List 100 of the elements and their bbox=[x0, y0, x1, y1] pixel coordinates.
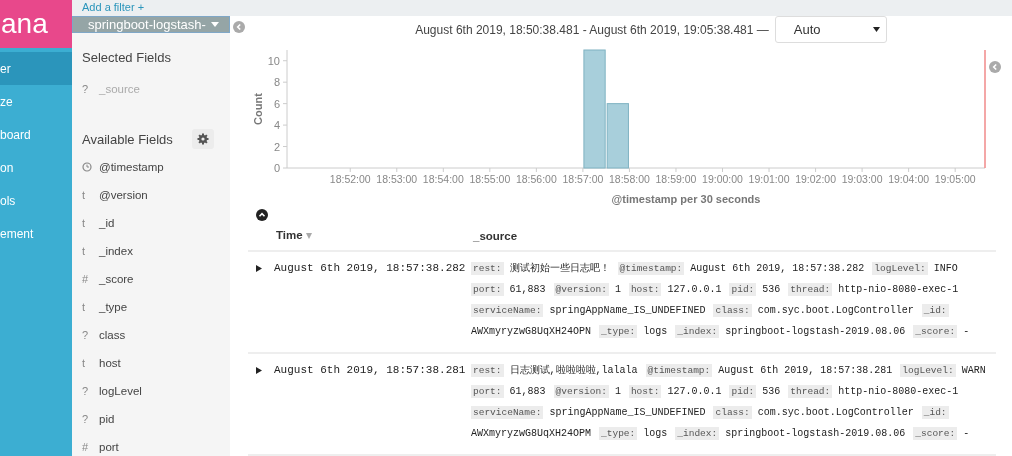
x-tick-label: 19:02:00 bbox=[795, 173, 836, 185]
field-type-label: # bbox=[82, 441, 90, 453]
time-cell-text: August 6th 2019, 18:57:38.281 bbox=[274, 363, 467, 378]
field-type-label: ? bbox=[82, 83, 90, 95]
interval-select[interactable]: Auto bbox=[774, 16, 887, 43]
field-key: _type: bbox=[599, 427, 638, 440]
settings-button[interactable] bbox=[192, 129, 214, 149]
collapse-icon[interactable] bbox=[256, 209, 268, 221]
field-type-label: ? bbox=[82, 385, 90, 397]
settings-icon bbox=[197, 133, 209, 145]
time-cell-text: August 6th 2019, 18:57:38.282 bbox=[274, 261, 467, 276]
field-value: 1 bbox=[614, 386, 621, 397]
field-type-label: t bbox=[82, 357, 87, 369]
field-item[interactable]: ? pid bbox=[72, 405, 230, 433]
caret-icon bbox=[872, 27, 880, 32]
field-key: pid: bbox=[729, 385, 757, 398]
x-tick-label: 18:52:00 bbox=[329, 173, 371, 185]
clock-icon bbox=[82, 162, 92, 172]
field-key: rest: bbox=[471, 364, 504, 377]
field-type-label: # bbox=[82, 273, 90, 285]
field-name: _type bbox=[99, 301, 128, 313]
time-range: August 6th 2019, 18:50:38.481 - August 6th 2019, 19:05:38.481 — bbox=[415, 22, 769, 37]
field-item[interactable]: t _id bbox=[72, 209, 230, 237]
field-key: @version: bbox=[553, 283, 609, 296]
field-name: _source bbox=[99, 83, 140, 95]
field-item[interactable]: # _score bbox=[72, 265, 230, 293]
field-key: _id: bbox=[921, 406, 949, 419]
field-value: 127.0.0.1 bbox=[667, 386, 722, 397]
field-key: thread: bbox=[788, 283, 833, 296]
field-type-label: t bbox=[82, 245, 87, 257]
field-item[interactable]: ? class bbox=[72, 321, 230, 349]
y-tick-label: 10 bbox=[267, 54, 280, 67]
field-name: logLevel bbox=[99, 385, 142, 397]
x-tick-label: 18:58:00 bbox=[609, 173, 650, 185]
caret-icon bbox=[211, 22, 219, 27]
field-item[interactable]: t @version bbox=[72, 181, 230, 209]
field-value: logs bbox=[643, 326, 668, 337]
x-tick-label: 18:55:00 bbox=[469, 173, 511, 185]
field-name: @timestamp bbox=[99, 161, 164, 173]
field-value: INFO bbox=[933, 263, 958, 274]
field-value: WARN bbox=[961, 365, 986, 376]
y-axis-label: Count bbox=[252, 93, 264, 125]
field-value: - bbox=[963, 326, 970, 337]
field-key: _score: bbox=[913, 325, 958, 338]
field-name: pid bbox=[99, 413, 115, 425]
x-axis-label: @timestamp per 30 seconds bbox=[611, 193, 761, 205]
field-item[interactable]: # port bbox=[72, 433, 230, 456]
section-title: Available Fields bbox=[82, 131, 173, 147]
x-tick-label: 19:03:00 bbox=[841, 173, 883, 185]
x-tick-label: 18:56:00 bbox=[515, 173, 557, 185]
y-tick-label: 2 bbox=[273, 140, 280, 153]
field-key: host: bbox=[628, 385, 662, 398]
field-type-label: t bbox=[82, 189, 87, 201]
field-key: _index: bbox=[675, 427, 720, 440]
x-tick-label: 18:54:00 bbox=[422, 173, 464, 185]
field-item[interactable]: t _type bbox=[72, 293, 230, 321]
field-type-label: ? bbox=[82, 329, 90, 341]
field-value: springAppName_IS_UNDEFINED bbox=[549, 305, 706, 316]
field-value: 536 bbox=[762, 284, 781, 295]
field-type-label: t bbox=[82, 301, 87, 313]
field-name: _id bbox=[99, 217, 115, 229]
field-item[interactable]: t host bbox=[72, 349, 230, 377]
field-key: thread: bbox=[788, 385, 833, 398]
field-item[interactable]: ? _source bbox=[72, 75, 230, 103]
field-value: August 6th 2019, 18:57:38.281 bbox=[718, 365, 893, 376]
x-tick-label: 18:59:00 bbox=[655, 173, 697, 185]
x-tick-label: 19:04:00 bbox=[888, 173, 930, 185]
field-key: class: bbox=[713, 406, 752, 419]
column-header[interactable]: Time ▾ bbox=[276, 228, 473, 242]
y-tick-label: 8 bbox=[273, 76, 280, 89]
logo-text: ana bbox=[1, 9, 48, 39]
field-value: springAppName_IS_UNDEFINED bbox=[549, 407, 706, 418]
field-type-label: t bbox=[82, 217, 87, 229]
expand-icon[interactable] bbox=[256, 367, 262, 374]
field-key: @timestamp: bbox=[617, 262, 685, 275]
field-value: 61,883 bbox=[509, 284, 546, 295]
y-tick-label: 0 bbox=[273, 162, 280, 174]
x-tick-label: 18:57:00 bbox=[562, 173, 604, 185]
field-value: 1 bbox=[614, 284, 621, 295]
field-key: class: bbox=[713, 304, 752, 317]
field-key: port: bbox=[471, 283, 504, 296]
expand-icon[interactable] bbox=[256, 265, 262, 272]
field-key: @version: bbox=[553, 385, 609, 398]
field-item[interactable]: t _index bbox=[72, 237, 230, 265]
field-value: 日志测试,啦啦啦啦,lalala bbox=[509, 365, 638, 376]
field-value: 测试初始一些日志吧！ bbox=[509, 263, 610, 274]
field-key: _score: bbox=[913, 427, 958, 440]
field-item[interactable]: ? logLevel bbox=[72, 377, 230, 405]
field-name: class bbox=[99, 329, 126, 341]
field-item[interactable]: @timestamp bbox=[72, 153, 230, 181]
x-tick-label: 19:05:00 bbox=[934, 173, 976, 185]
field-name: _index bbox=[99, 245, 133, 257]
field-name: port bbox=[99, 441, 119, 453]
x-tick-label: 18:53:00 bbox=[376, 173, 418, 185]
field-key: pid: bbox=[729, 283, 757, 296]
x-tick-label: 19:00:00 bbox=[702, 173, 743, 185]
field-key: _index: bbox=[675, 325, 720, 338]
field-value: 127.0.0.1 bbox=[667, 284, 722, 295]
field-type-label: ? bbox=[82, 413, 90, 425]
field-value: com.syc.boot.LogController bbox=[757, 305, 914, 316]
